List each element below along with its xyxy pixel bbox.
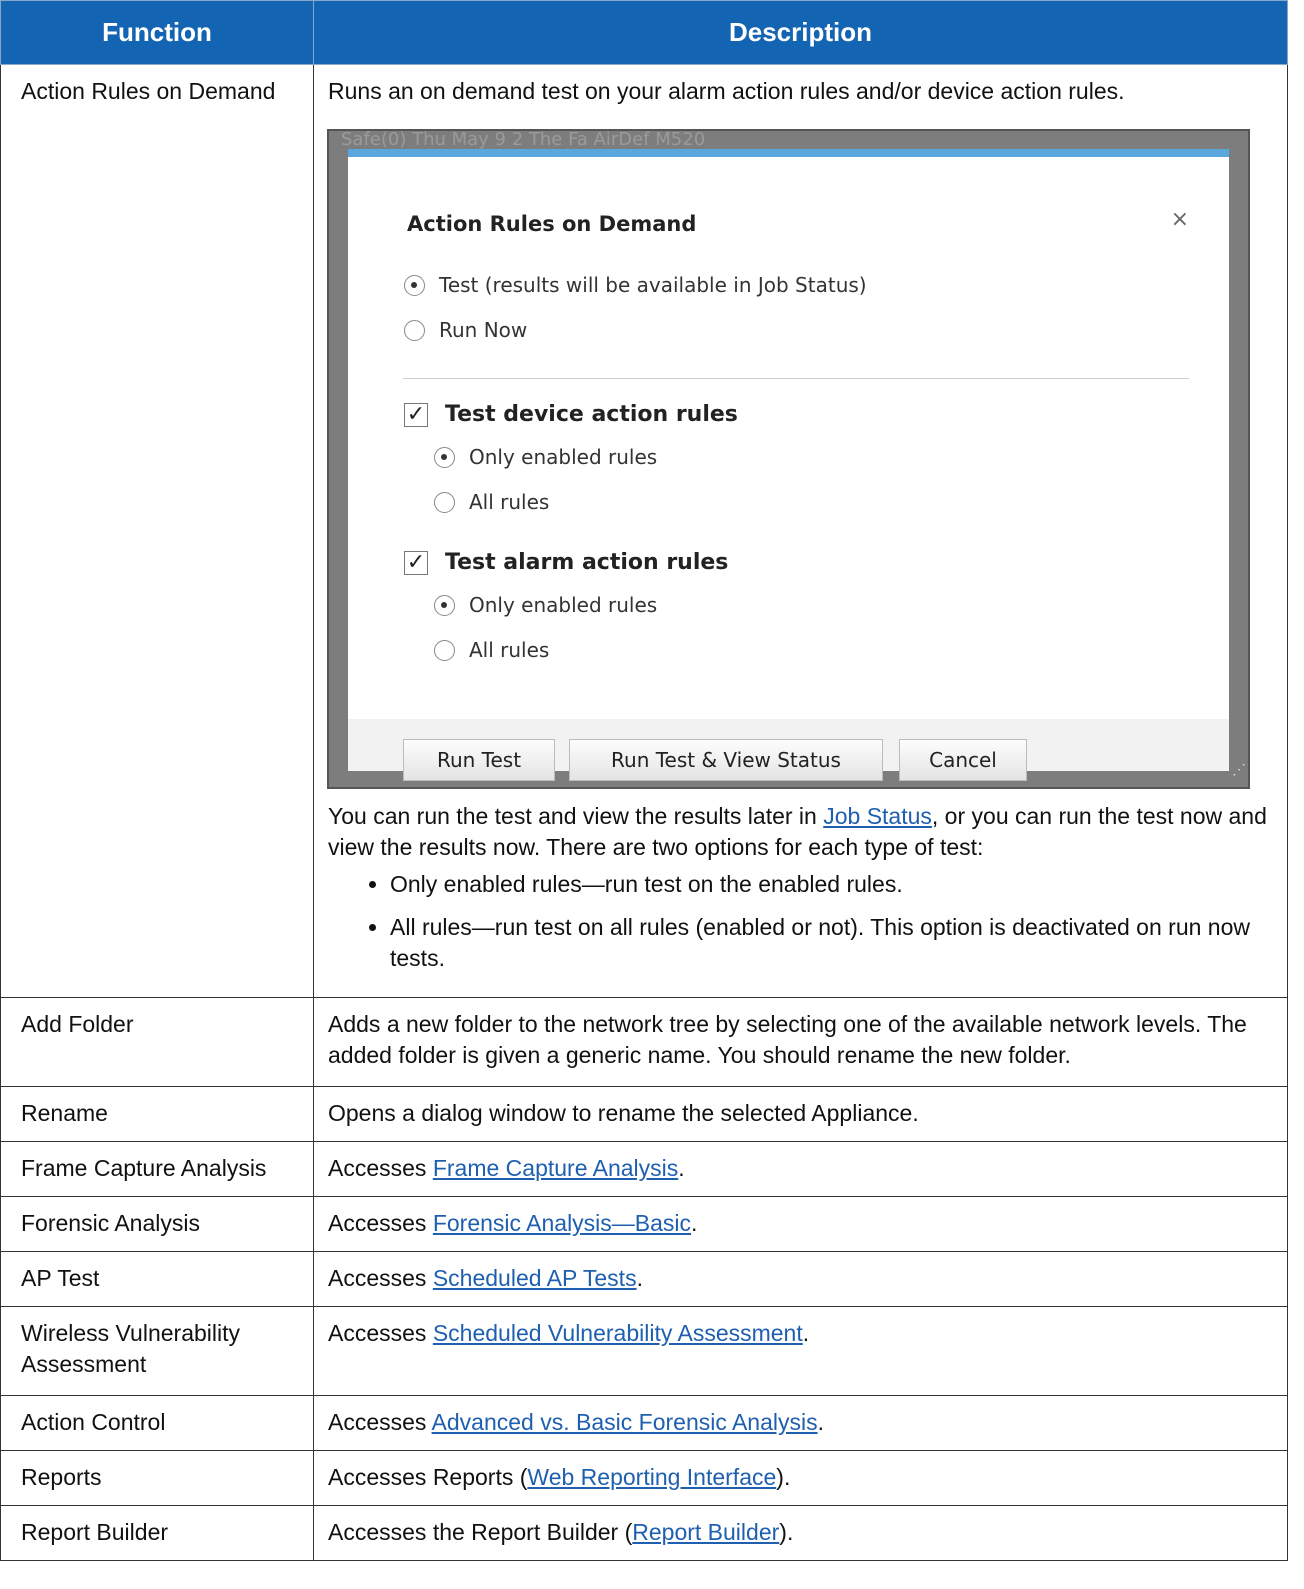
radio-alarm-only-enabled[interactable]: Only enabled rules <box>434 590 657 621</box>
frame-capture-analysis-link[interactable]: Frame Capture Analysis <box>433 1155 678 1181</box>
dialog-screenshot: Safe(0) Thu May 9 2 The Fa AirDef M520 A… <box>327 129 1250 789</box>
function-cell: AP Test <box>0 1251 314 1307</box>
function-table: Function Description Action Rules on Dem… <box>0 0 1288 1561</box>
radio-label: Only enabled rules <box>469 593 658 617</box>
table-row: Add Folder Adds a new folder to the netw… <box>0 997 1288 1087</box>
radio-selected-icon <box>434 447 455 468</box>
checkmark-icon: ✓ <box>404 402 428 427</box>
description-cell: Accesses the Report Builder (Report Buil… <box>313 1505 1288 1561</box>
function-cell: Forensic Analysis <box>0 1196 314 1252</box>
description-cell: Accesses Scheduled Vulnerability Assessm… <box>313 1306 1288 1396</box>
description-cell: Runs an on demand test on your alarm act… <box>313 64 1288 998</box>
checkbox-label: Test alarm action rules <box>445 550 729 575</box>
background-toolbar-strip: Safe(0) Thu May 9 2 The Fa AirDef M520 <box>341 131 706 149</box>
run-test-button[interactable]: Run Test <box>403 739 555 781</box>
run-test-view-status-button[interactable]: Run Test & View Status <box>569 739 883 781</box>
table-row: Action Rules on Demand Runs an on demand… <box>0 64 1288 998</box>
function-cell: Report Builder <box>0 1505 314 1561</box>
checkmark-icon: ✓ <box>404 550 428 575</box>
report-builder-link[interactable]: Report Builder <box>632 1519 779 1545</box>
close-icon[interactable]: × <box>1171 204 1189 235</box>
text-segment: . <box>678 1155 685 1181</box>
options-bullet-list: Only enabled rules—run test on the enabl… <box>328 869 1275 974</box>
description-text: Runs an on demand test on your alarm act… <box>328 78 1125 104</box>
description-cell: Accesses Scheduled AP Tests. <box>313 1251 1288 1307</box>
radio-unselected-icon <box>404 320 425 341</box>
forensic-analysis-basic-link[interactable]: Forensic Analysis—Basic <box>433 1210 691 1236</box>
resize-grip-icon[interactable]: ⋰ <box>1232 754 1246 785</box>
function-cell: Action Rules on Demand <box>0 64 314 998</box>
table-row: Reports Accesses Reports (Web Reporting … <box>0 1450 1288 1506</box>
text-segment: Accesses <box>328 1320 433 1346</box>
radio-label: All rules <box>469 490 550 514</box>
description-cell: Adds a new folder to the network tree by… <box>313 997 1288 1087</box>
function-cell: Wireless Vulnerability Assessment <box>0 1306 314 1396</box>
table-row: Forensic Analysis Accesses Forensic Anal… <box>0 1196 1288 1252</box>
table-row: Frame Capture Analysis Accesses Frame Ca… <box>0 1141 1288 1197</box>
dialog-title: Action Rules on Demand <box>407 212 697 236</box>
table-row: Action Control Accesses Advanced vs. Bas… <box>0 1395 1288 1451</box>
function-cell: Frame Capture Analysis <box>0 1141 314 1197</box>
list-item: Only enabled rules—run test on the enabl… <box>390 869 1275 900</box>
checkbox-test-alarm-rules[interactable]: ✓ Test alarm action rules <box>404 547 728 578</box>
radio-label: All rules <box>469 638 550 662</box>
function-cell: Reports <box>0 1450 314 1506</box>
header-description: Description <box>313 0 1288 65</box>
scheduled-ap-tests-link[interactable]: Scheduled AP Tests <box>433 1265 637 1291</box>
table-row: Report Builder Accesses the Report Build… <box>0 1505 1288 1561</box>
web-reporting-interface-link[interactable]: Web Reporting Interface <box>527 1464 776 1490</box>
header-function: Function <box>0 0 314 65</box>
text-segment: . <box>636 1265 643 1291</box>
radio-device-all-rules[interactable]: All rules <box>434 487 549 518</box>
text-segment: Accesses <box>328 1265 433 1291</box>
text-segment: Accesses the Report Builder ( <box>328 1519 633 1545</box>
table-row: AP Test Accesses Scheduled AP Tests. <box>0 1251 1288 1307</box>
table-row: Rename Opens a dialog window to rename t… <box>0 1086 1288 1142</box>
text-segment: . <box>817 1409 824 1435</box>
text-segment: ). <box>776 1464 791 1490</box>
text-segment: Accesses <box>328 1409 432 1435</box>
text-segment: . <box>802 1320 810 1346</box>
table-header-row: Function Description <box>0 0 1288 65</box>
text-segment: Accesses <box>328 1210 433 1236</box>
text-segment: Accesses Reports ( <box>328 1464 528 1490</box>
radio-run-now[interactable]: Run Now <box>404 315 527 346</box>
radio-unselected-icon <box>434 640 455 661</box>
description-cell: Accesses Reports (Web Reporting Interfac… <box>313 1450 1288 1506</box>
text-segment: . <box>691 1210 698 1236</box>
cancel-button[interactable]: Cancel <box>899 739 1027 781</box>
description-cell: Accesses Frame Capture Analysis. <box>313 1141 1288 1197</box>
description-cell: Accesses Forensic Analysis—Basic. <box>313 1196 1288 1252</box>
radio-test-mode[interactable]: Test (results will be available in Job S… <box>404 270 867 301</box>
function-cell: Rename <box>0 1086 314 1142</box>
radio-alarm-all-rules[interactable]: All rules <box>434 635 549 666</box>
text-segment: You can run the test and view the result… <box>328 803 824 829</box>
radio-selected-icon <box>404 275 425 296</box>
radio-label: Run Now <box>439 318 528 342</box>
description-cell: Accesses Advanced vs. Basic Forensic Ana… <box>313 1395 1288 1451</box>
action-rules-dialog: Action Rules on Demand × Test (results w… <box>348 149 1229 781</box>
radio-selected-icon <box>434 595 455 616</box>
scheduled-vulnerability-assessment-link[interactable]: Scheduled Vulnerability Assessment <box>433 1320 803 1346</box>
radio-label: Only enabled rules <box>469 445 658 469</box>
function-cell: Add Folder <box>0 997 314 1087</box>
after-screenshot-text: You can run the test and view the result… <box>328 801 1275 863</box>
function-cell: Action Control <box>0 1395 314 1451</box>
text-segment: ). <box>779 1519 794 1545</box>
advanced-vs-basic-forensic-link[interactable]: Advanced vs. Basic Forensic Analysis <box>432 1409 818 1435</box>
checkbox-label: Test device action rules <box>445 402 738 427</box>
radio-device-only-enabled[interactable]: Only enabled rules <box>434 442 657 473</box>
radio-label: Test (results will be available in Job S… <box>439 273 867 297</box>
checkbox-test-device-rules[interactable]: ✓ Test device action rules <box>404 399 738 430</box>
job-status-link[interactable]: Job Status <box>823 803 932 829</box>
list-item: All rules—run test on all rules (enabled… <box>390 912 1275 974</box>
radio-unselected-icon <box>434 492 455 513</box>
table-row: Wireless Vulnerability Assessment Access… <box>0 1306 1288 1396</box>
divider <box>403 378 1189 379</box>
description-cell: Opens a dialog window to rename the sele… <box>313 1086 1288 1142</box>
text-segment: Accesses <box>328 1155 433 1181</box>
